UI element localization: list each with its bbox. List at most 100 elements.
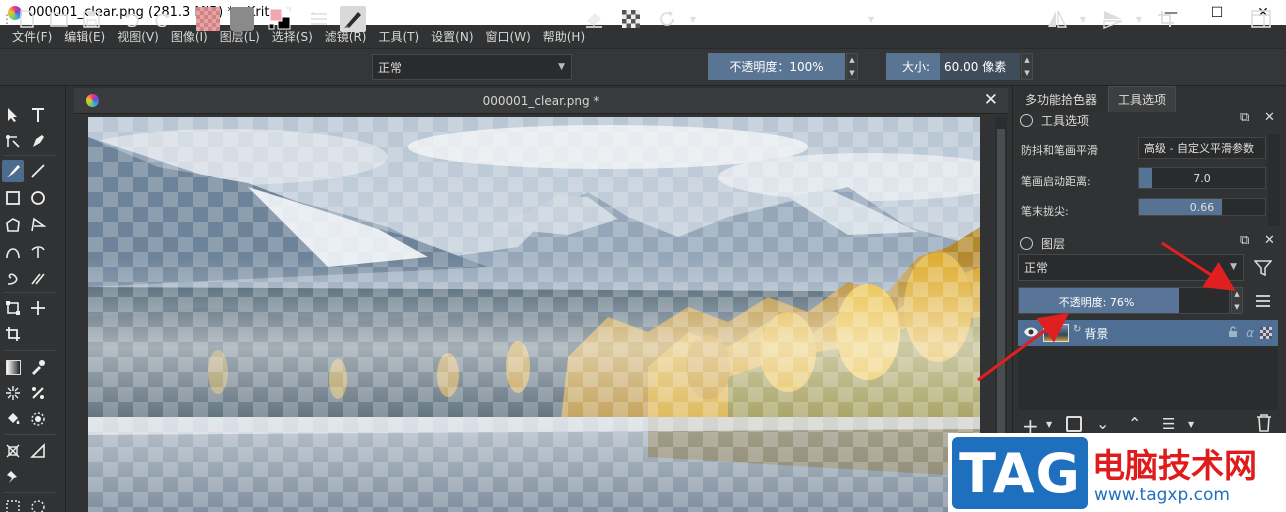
close-panel-icon[interactable]: ✕	[1264, 233, 1275, 248]
toolbar-grip: ⋮	[1, 12, 13, 26]
open-folder-icon[interactable]	[48, 6, 70, 32]
delete-layer-icon[interactable]	[1256, 414, 1272, 435]
dynamic-brush-icon[interactable]	[2, 267, 24, 289]
menu-settings[interactable]: 设置(N)	[425, 28, 479, 45]
layer-opacity-spinner[interactable]: ▲ ▼	[1231, 287, 1243, 314]
lock-icon[interactable]	[1020, 113, 1033, 127]
ellipse-select-icon[interactable]	[27, 496, 49, 512]
pattern-preset-icon[interactable]	[230, 7, 254, 31]
smart-patch-icon[interactable]	[2, 382, 24, 404]
close-panel-icon[interactable]: ✕	[1264, 110, 1275, 125]
calligraphy-icon[interactable]	[27, 130, 49, 152]
inherit-alpha-icon[interactable]	[1260, 327, 1272, 339]
start-distance-slider[interactable]: 7.0	[1138, 167, 1266, 189]
tab-color-selector[interactable]: 多功能拾色器	[1016, 86, 1106, 112]
layer-list-area	[1018, 346, 1278, 410]
fill-tool-icon[interactable]	[2, 408, 24, 430]
float-panel-icon[interactable]: ⧉	[1240, 233, 1249, 248]
tool-options-title: 工具选项	[1041, 113, 1090, 128]
size-slider[interactable]: 大小: 60.00 像素	[886, 53, 1020, 80]
maximize-button[interactable]: ☐	[1194, 0, 1240, 25]
menu-tools[interactable]: 工具(T)	[372, 28, 425, 45]
filter-icon[interactable]	[1250, 256, 1276, 280]
chevron-down-icon[interactable]: ▼	[1076, 6, 1090, 32]
chevron-down-icon[interactable]: ▼	[1046, 420, 1052, 429]
float-panel-icon[interactable]: ⧉	[1240, 110, 1249, 125]
layer-properties-icon[interactable]: ☰	[1162, 415, 1175, 433]
toolbox-divider	[4, 155, 56, 156]
lock-layer-icon[interactable]	[1228, 325, 1238, 341]
mirror-vertical-icon[interactable]	[1100, 6, 1126, 32]
duplicate-layer-icon[interactable]	[1066, 416, 1082, 432]
enclose-fill-icon[interactable]	[27, 408, 49, 430]
layer-opacity-slider[interactable]: 不透明度: 76%	[1018, 287, 1230, 314]
chevron-down-icon[interactable]: ▼	[1188, 420, 1194, 429]
workspace-icon[interactable]	[1248, 6, 1274, 32]
move-layer-down-icon[interactable]: ⌄	[1096, 414, 1109, 433]
document-tab[interactable]: 000001_clear.png * ✕	[74, 88, 1008, 114]
watermark: TAG 电脑技术网 www.tagxp.com	[948, 433, 1286, 512]
measure-tool-icon[interactable]	[2, 440, 24, 462]
visibility-eye-icon[interactable]	[1023, 326, 1039, 341]
transform-tool-icon[interactable]	[2, 297, 24, 319]
freehand-path-icon[interactable]	[27, 241, 49, 263]
select-shapes-icon[interactable]	[2, 104, 24, 126]
size-spinner[interactable]: ▲ ▼	[1021, 53, 1033, 80]
alpha-lock-icon[interactable]: α	[1246, 326, 1254, 340]
move-tool-icon[interactable]	[27, 297, 49, 319]
gradient-tool-icon[interactable]	[2, 356, 24, 378]
fg-bg-color-icon[interactable]	[266, 6, 296, 32]
freehand-brush-icon[interactable]	[2, 160, 24, 182]
stroke-end-slider[interactable]: 0.66	[1138, 198, 1266, 216]
lock-icon[interactable]	[1020, 236, 1033, 250]
undo-icon[interactable]	[120, 6, 142, 32]
chevron-down-icon[interactable]: ▼	[686, 6, 700, 32]
tool-options-scrollbar[interactable]	[1268, 134, 1280, 226]
opacity-spinner[interactable]: ▲ ▼	[846, 53, 858, 80]
text-tool-icon[interactable]	[27, 104, 49, 126]
opacity-slider[interactable]: 不透明度：100%	[708, 53, 845, 80]
tab-tool-options[interactable]: 工具选项	[1108, 86, 1176, 112]
brush-presets-icon[interactable]	[308, 6, 330, 32]
assistant-tool-icon[interactable]	[27, 382, 49, 404]
line-tool-icon[interactable]	[27, 160, 49, 182]
layer-opacity-label: 不透明度: 76%	[1058, 296, 1135, 309]
preserve-alpha-icon[interactable]	[620, 6, 642, 32]
layer-blend-mode-select[interactable]: 正常 ▼	[1018, 254, 1244, 281]
toolbox-divider	[4, 292, 56, 293]
menu-window[interactable]: 窗口(W)	[480, 28, 537, 45]
multibrush-icon[interactable]	[27, 267, 49, 289]
polyline-tool-icon[interactable]	[27, 214, 49, 236]
blend-mode-select[interactable]: 正常 ▼	[372, 54, 572, 80]
close-document-icon[interactable]: ✕	[984, 90, 998, 110]
eraser-mode-icon[interactable]	[582, 6, 606, 32]
redo-icon[interactable]	[152, 6, 174, 32]
stroke-end-value: 0.66	[1189, 200, 1215, 214]
mirror-horizontal-icon[interactable]	[1044, 6, 1070, 32]
image-canvas[interactable]	[88, 117, 980, 512]
angle-tool-icon[interactable]	[27, 440, 49, 462]
reload-preset-icon[interactable]	[656, 6, 678, 32]
layer-row[interactable]: ↻ 背景 α	[1018, 320, 1278, 346]
color-picker-icon[interactable]	[27, 356, 49, 378]
save-icon[interactable]	[80, 6, 102, 32]
smoothing-label: 防抖和笔画平滑	[1021, 144, 1098, 157]
rect-select-icon[interactable]	[2, 496, 24, 512]
move-layer-up-icon[interactable]: ⌃	[1128, 414, 1141, 433]
hamburger-menu-icon[interactable]	[1250, 289, 1276, 313]
chevron-down-icon[interactable]: ▼	[864, 6, 878, 32]
gradient-preset-icon[interactable]	[196, 7, 220, 31]
rectangle-tool-icon[interactable]	[2, 187, 24, 209]
smoothing-select[interactable]: 高级 - 自定义平滑参数	[1138, 137, 1266, 159]
brush-tip-preview-icon[interactable]	[340, 6, 366, 32]
polygon-tool-icon[interactable]	[2, 214, 24, 236]
wrap-around-icon[interactable]	[1154, 6, 1178, 32]
ellipse-tool-icon[interactable]	[27, 187, 49, 209]
chevron-down-icon: ▼	[1230, 262, 1237, 272]
edit-shapes-icon[interactable]	[2, 130, 24, 152]
chevron-down-icon[interactable]: ▼	[1132, 6, 1146, 32]
crop-tool-icon[interactable]	[2, 323, 24, 345]
new-document-icon[interactable]	[16, 6, 38, 32]
bezier-curve-icon[interactable]	[2, 241, 24, 263]
reference-pin-icon[interactable]	[2, 466, 24, 488]
